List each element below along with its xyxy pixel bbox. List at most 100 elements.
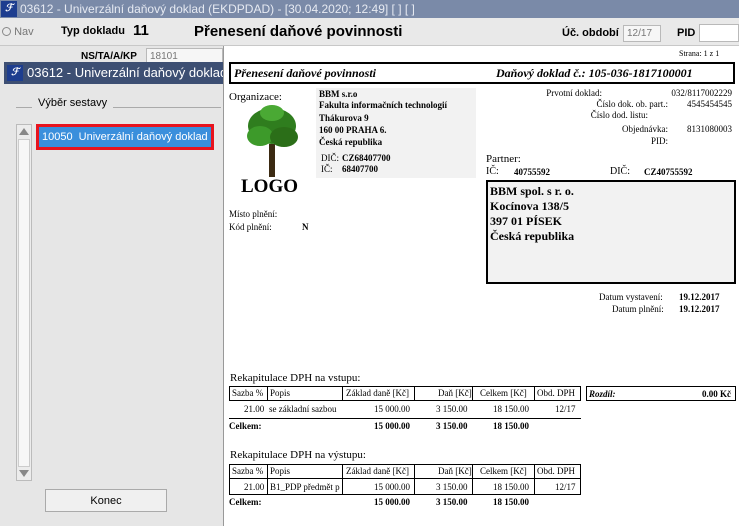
typ-dokladu-value: 11 xyxy=(133,22,149,39)
table-line xyxy=(229,418,581,419)
meta-label: PID: xyxy=(650,136,668,146)
col-header: Sazba % xyxy=(232,466,264,476)
page-indicator: Strana: 1 z 1 xyxy=(679,49,720,58)
datum-plneni-value: 19.12.2017 xyxy=(679,304,720,314)
cell: B1_PDP předmět p xyxy=(270,482,340,492)
report-title: Přenesení daňové povinnosti xyxy=(234,66,377,80)
dic-label: DIČ: xyxy=(321,153,339,163)
left-panel-title: 03612 - Univerzální daňový doklad xyxy=(27,65,228,80)
org-line: Fakulta informačních technologií xyxy=(319,100,447,110)
report-preview[interactable]: Strana: 1 z 1 Přenesení daňové povinnost… xyxy=(223,46,739,526)
cell: se základní sazbou xyxy=(269,404,337,414)
scroll-up-icon[interactable] xyxy=(19,128,29,135)
obdobi-label: Úč. období xyxy=(562,27,619,39)
meta-label: Prvotní doklad: xyxy=(546,88,602,98)
partner-ic-value: 40755592 xyxy=(514,167,550,177)
report-list-item[interactable]: 10050 Univerzální daňový doklad xyxy=(36,124,214,150)
cell: 18 150.00 xyxy=(493,404,529,414)
total-cell: 15 000.00 xyxy=(374,497,410,507)
col-header: Sazba % xyxy=(232,388,264,398)
table-line xyxy=(342,386,343,400)
total-cell: 18 150.00 xyxy=(493,421,529,431)
logo-text: LOGO xyxy=(241,176,299,197)
window-title: 03612 - Univerzální daňový doklad (EKDPD… xyxy=(20,2,415,16)
scroll-down-icon[interactable] xyxy=(19,470,29,477)
meta-value: 032/8117002229 xyxy=(671,88,732,98)
total-cell: 15 000.00 xyxy=(374,421,410,431)
obdobi-field[interactable]: 12/17 xyxy=(623,25,661,42)
cell: 12/17 xyxy=(555,404,576,414)
table-line xyxy=(414,464,415,494)
table-line xyxy=(472,464,473,494)
datum-vystaveni-value: 19.12.2017 xyxy=(679,292,720,302)
org-line: 160 00 PRAHA 6. xyxy=(319,125,387,135)
cell: 21.00 xyxy=(244,404,265,414)
total-cell: 3 150.00 xyxy=(436,497,468,507)
cell: 3 150.00 xyxy=(436,404,468,414)
window-title-bar: ℱ 03612 - Univerzální daňový doklad (EKD… xyxy=(0,0,739,18)
cell: 15 000.00 xyxy=(374,404,410,414)
col-header: Obd. DPH xyxy=(537,466,576,476)
report-list-scrollbar[interactable] xyxy=(16,124,32,481)
datum-vystaveni-label: Datum vystavení: xyxy=(599,292,663,302)
org-line: Česká republika xyxy=(319,137,383,147)
table-line xyxy=(534,464,535,494)
konec-button[interactable]: Konec xyxy=(45,489,167,512)
tree-logo-icon xyxy=(247,105,298,177)
col-header: Daň [Kč] xyxy=(438,466,472,476)
col-header: Popis xyxy=(270,388,291,398)
document-number: Daňový doklad č.: 105-036-1817100001 xyxy=(496,66,693,80)
total-cell: 3 150.00 xyxy=(436,421,468,431)
total-label: Celkem: xyxy=(229,421,262,431)
radio-icon xyxy=(2,27,11,36)
report-item-code: 10050 xyxy=(42,131,73,143)
table-line xyxy=(342,464,343,494)
partner-line: 397 01 PÍSEK xyxy=(490,214,563,228)
partner-line: Kocínova 138/5 xyxy=(490,199,570,213)
partner-dic-label: DIČ: xyxy=(610,166,630,177)
ic-value: 68407700 xyxy=(342,164,378,174)
col-header: Popis xyxy=(270,466,291,476)
rozdil-label: Rozdíl: xyxy=(589,389,616,399)
meta-label: Číslo dok. ob. part.: xyxy=(596,99,669,109)
table-line xyxy=(229,464,581,465)
col-header: Celkem [Kč] xyxy=(480,388,527,398)
partner-dic-value: CZ40755592 xyxy=(644,167,693,177)
cell: 15 000.00 xyxy=(374,482,410,492)
org-ids-background xyxy=(316,150,476,178)
table-line xyxy=(472,386,473,400)
total-label: Celkem: xyxy=(229,497,262,507)
table-line xyxy=(229,400,581,401)
scroll-thumb[interactable] xyxy=(18,139,30,467)
kod-plneni-value: N xyxy=(302,222,309,232)
meta-label: Objednávka: xyxy=(622,124,668,134)
vystup-table-title: Rekapitulace DPH na výstupu: xyxy=(230,449,366,461)
nav-button[interactable]: Nav xyxy=(2,26,34,38)
misto-plneni-label: Místo plnění: xyxy=(229,209,278,219)
vyber-sestavy-label: Výběr sestavy xyxy=(32,97,114,109)
cell: 18 150.00 xyxy=(493,482,529,492)
table-line xyxy=(580,386,581,400)
table-line xyxy=(229,386,581,387)
total-cell: 18 150.00 xyxy=(493,497,529,507)
document-type-title: Přenesení daňové povinnosti xyxy=(194,23,403,40)
pid-label: PID xyxy=(677,27,696,39)
app-logo-icon: ℱ xyxy=(1,1,17,17)
pid-field[interactable] xyxy=(699,24,739,42)
partner-line: BBM spol. s r. o. xyxy=(490,184,574,198)
table-line xyxy=(229,386,230,400)
ns-label: NS/TA/A/KP xyxy=(81,51,137,62)
partner-label: Partner: xyxy=(486,153,521,165)
typ-dokladu-label: Typ dokladu xyxy=(61,25,125,37)
col-header: Základ daně [Kč] xyxy=(346,466,409,476)
col-header: Obd. DPH xyxy=(537,388,576,398)
org-label: Organizace: xyxy=(229,91,282,103)
cell: 3 150.00 xyxy=(436,482,468,492)
cell: 21.00 xyxy=(244,482,265,492)
table-line xyxy=(229,494,581,495)
meta-value: 8131080003 xyxy=(687,124,732,134)
left-panel-header: ℱ 03612 - Univerzální daňový doklad xyxy=(4,62,228,84)
meta-label: Číslo dod. listu: xyxy=(590,110,648,120)
org-line: BBM s.r.o xyxy=(319,89,358,99)
left-panel: NS/TA/A/KP 18101 xyxy=(0,46,226,526)
